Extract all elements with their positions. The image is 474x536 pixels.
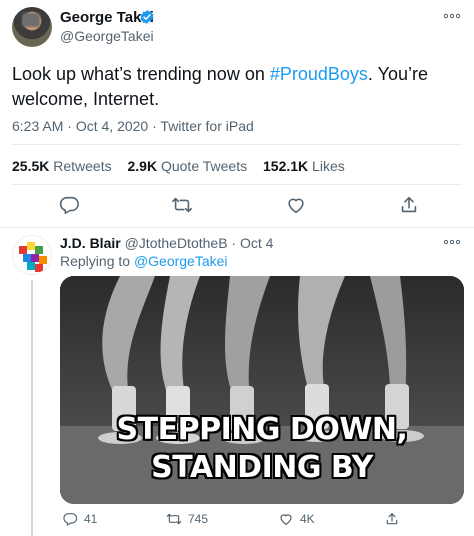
hashtag-link[interactable]: #ProudBoys [270, 64, 368, 84]
reply-count: 41 [84, 512, 98, 526]
tweet-timestamp: 6:23 AM · Oct 4, 2020 · Twitter for iPad [12, 118, 254, 134]
like-count: 4K [300, 512, 315, 526]
retweet-count: 745 [188, 512, 209, 526]
reply-icon [63, 513, 78, 526]
reply-author-name[interactable]: J.D. Blair [60, 235, 121, 251]
avatar[interactable] [12, 235, 52, 275]
replying-to-label: Replying to [60, 253, 134, 269]
tweet-text-start: Look up what’s trending now on [12, 64, 270, 84]
replying-to-handle[interactable]: @GeorgeTakei [134, 253, 228, 269]
quote-tweets-count: 2.9K [127, 158, 158, 174]
divider [12, 144, 462, 145]
likes-label: Likes [312, 158, 345, 174]
tweet-stats: 25.5K Retweets 2.9K Quote Tweets 152.1K … [12, 158, 357, 174]
reply-author-handle[interactable]: @JtotheDtotheB [125, 235, 228, 251]
thread-line [31, 280, 33, 536]
retweets-stat[interactable]: 25.5K Retweets [12, 158, 112, 174]
tweet-text: Look up what’s trending now on #ProudBoy… [12, 62, 462, 112]
retweets-count: 25.5K [12, 158, 50, 174]
quote-tweets-label: Quote Tweets [160, 158, 248, 174]
divider [12, 184, 462, 185]
likes-count: 152.1K [263, 158, 309, 174]
more-options-icon[interactable] [442, 238, 462, 246]
likes-stat[interactable]: 152.1K Likes [263, 158, 345, 174]
avatar[interactable] [12, 7, 52, 47]
reply-date[interactable]: Oct 4 [240, 235, 273, 251]
like-icon [280, 514, 292, 525]
reply-header: J.D. Blair @JtotheDtotheB · Oct 4 [60, 235, 273, 251]
retweets-label: Retweets [53, 158, 112, 174]
reply-icon[interactable] [58, 194, 80, 216]
more-options-icon[interactable] [442, 12, 462, 20]
share-icon [386, 513, 398, 525]
like-icon[interactable] [285, 194, 307, 216]
share-icon[interactable] [398, 194, 420, 216]
media-caption-line-2: STANDING BY [151, 450, 373, 485]
verified-badge-icon [140, 10, 154, 24]
tweet-time[interactable]: 6:23 AM [12, 118, 63, 134]
tweet-date[interactable]: Oct 4, 2020 [76, 118, 148, 134]
main-tweet: George Takei @GeorgeTakei Look up what’s… [0, 0, 474, 228]
tweet-client[interactable]: Twitter for iPad [160, 118, 253, 134]
retweet-icon [166, 513, 182, 525]
retweet-icon[interactable] [171, 194, 193, 216]
author-handle[interactable]: @GeorgeTakei [60, 28, 154, 44]
replying-to: Replying to @GeorgeTakei [60, 253, 228, 269]
quote-tweets-stat[interactable]: 2.9K Quote Tweets [128, 158, 248, 174]
media-image[interactable]: STEPPING DOWN, STANDING BY [60, 276, 464, 504]
separator: · [231, 235, 237, 251]
media-caption-line-1: STEPPING DOWN, [116, 412, 408, 447]
reply-tweet: J.D. Blair @JtotheDtotheB · Oct 4 Replyi… [0, 228, 474, 536]
